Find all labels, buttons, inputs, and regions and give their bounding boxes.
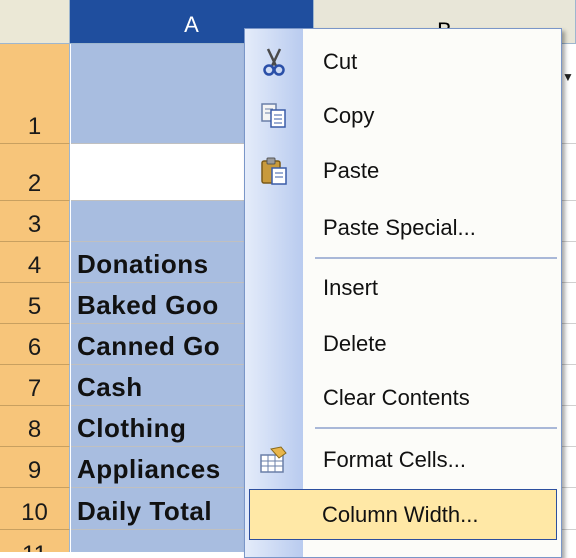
menu-item-paste-special[interactable]: Paste Special...: [245, 203, 561, 253]
row-header-6[interactable]: 6: [0, 324, 70, 365]
menu-separator: [315, 427, 557, 429]
menu-label-format-cells: Format Cells...: [323, 447, 467, 472]
menu-label-insert: Insert: [323, 275, 379, 300]
menu-item-column-width[interactable]: Column Width...: [249, 489, 557, 540]
menu-item-paste[interactable]: Paste: [245, 146, 561, 196]
menu-separator: [315, 257, 557, 259]
row-header-8[interactable]: 8: [0, 406, 70, 447]
format-cells-icon: [259, 445, 289, 475]
menu-label-clear-contents: Clear Contents: [323, 385, 470, 410]
row-header-11[interactable]: 11: [0, 530, 70, 552]
row-header-3[interactable]: 3: [0, 201, 70, 242]
menu-label-delete: Delete: [323, 331, 387, 356]
menu-label-column-width: Column Width...: [322, 501, 479, 527]
context-menu: Cut Copy Paste Paste Special... Insert D…: [244, 28, 562, 558]
select-all-corner[interactable]: [0, 0, 70, 44]
paste-icon: [259, 156, 289, 186]
menu-item-cut[interactable]: Cut: [245, 37, 561, 87]
row-header-9[interactable]: 9: [0, 447, 70, 488]
menu-label-paste-special: Paste Special...: [323, 215, 476, 240]
menu-item-format-cells[interactable]: Format Cells...: [245, 435, 561, 485]
copy-icon: [259, 101, 289, 131]
row-header-5[interactable]: 5: [0, 283, 70, 324]
row-header-2[interactable]: 2: [0, 144, 70, 201]
scissors-icon: [259, 47, 289, 77]
menu-item-clear-contents[interactable]: Clear Contents: [245, 373, 561, 423]
row-header-1[interactable]: 1: [0, 44, 70, 144]
menu-item-insert[interactable]: Insert: [245, 263, 561, 313]
menu-label-copy: Copy: [323, 103, 375, 128]
dropdown-arrow-icon: ▼: [562, 70, 574, 84]
row-header-4[interactable]: 4: [0, 242, 70, 283]
menu-item-copy[interactable]: Copy: [245, 91, 561, 141]
row-header-7[interactable]: 7: [0, 365, 70, 406]
menu-label-paste: Paste: [323, 158, 380, 183]
menu-label-cut: Cut: [323, 49, 358, 74]
menu-item-delete[interactable]: Delete: [245, 319, 561, 369]
row-header-10[interactable]: 10: [0, 488, 70, 530]
